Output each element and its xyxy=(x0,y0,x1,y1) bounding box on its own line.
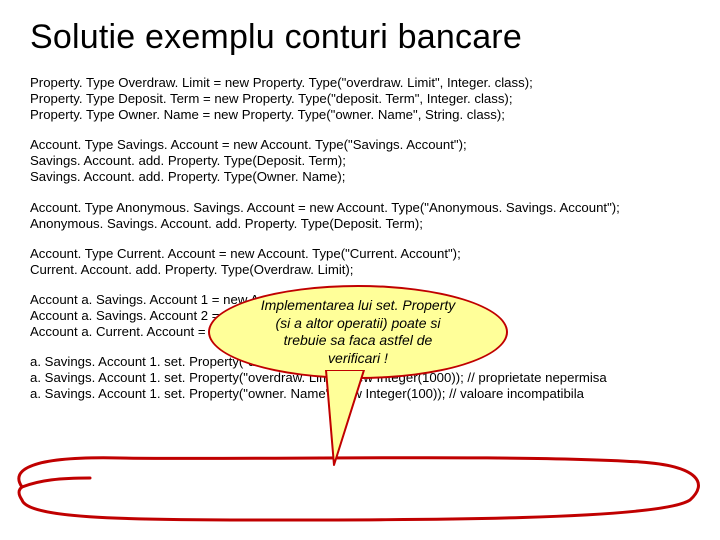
code-line: Account. Type Savings. Account = new Acc… xyxy=(30,137,690,153)
code-line: a. Savings. Account 1. set. Property("ow… xyxy=(30,386,690,402)
code-block-6: a. Savings. Account 1. set. Property("de… xyxy=(30,354,690,402)
code-line: Account a. Savings. Account 2 = new Acco… xyxy=(30,308,690,324)
slide: Solutie exemplu conturi bancare Property… xyxy=(0,0,720,540)
code-block-4: Account. Type Current. Account = new Acc… xyxy=(30,246,690,278)
code-block-3: Account. Type Anonymous. Savings. Accoun… xyxy=(30,200,690,232)
code-line: Property. Type Owner. Name = new Propert… xyxy=(30,107,690,123)
page-title: Solutie exemplu conturi bancare xyxy=(30,18,690,57)
code-area: Property. Type Overdraw. Limit = new Pro… xyxy=(30,75,690,403)
code-block-1: Property. Type Overdraw. Limit = new Pro… xyxy=(30,75,690,123)
code-line: a. Savings. Account 1. set. Property("de… xyxy=(30,354,690,370)
code-block-2: Account. Type Savings. Account = new Acc… xyxy=(30,137,690,185)
code-line: Account. Type Current. Account = new Acc… xyxy=(30,246,690,262)
code-line: Property. Type Deposit. Term = new Prope… xyxy=(30,91,690,107)
code-line: Current. Account. add. Property. Type(Ov… xyxy=(30,262,690,278)
code-line: Savings. Account. add. Property. Type(De… xyxy=(30,153,690,169)
code-line: a. Savings. Account 1. set. Property("ov… xyxy=(30,370,690,386)
code-block-5: Account a. Savings. Account 1 = new Acco… xyxy=(30,292,690,340)
code-line: Property. Type Overdraw. Limit = new Pro… xyxy=(30,75,690,91)
code-line: Account. Type Anonymous. Savings. Accoun… xyxy=(30,200,690,216)
code-line: Savings. Account. add. Property. Type(Ow… xyxy=(30,169,690,185)
code-line: Account a. Savings. Account 1 = new Acco… xyxy=(30,292,690,308)
code-line: Anonymous. Savings. Account. add. Proper… xyxy=(30,216,690,232)
code-line: Account a. Current. Account = new Accoun… xyxy=(30,324,690,340)
